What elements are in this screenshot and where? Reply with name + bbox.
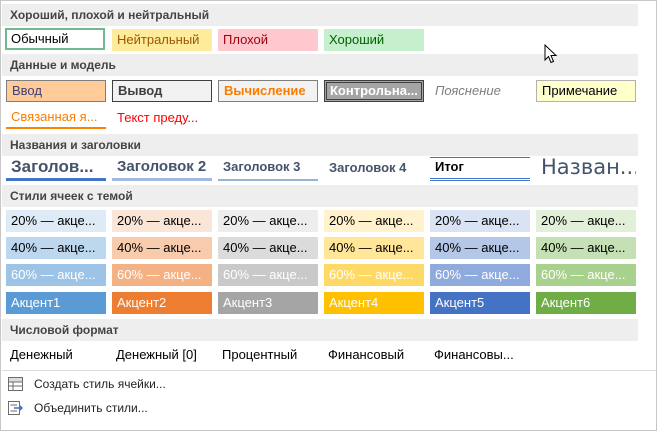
new-cell-style-menu-item[interactable]: Создать стиль ячейки...: [2, 373, 638, 395]
style-60-accent4[interactable]: 60% — акце...: [324, 264, 424, 286]
style-heading-3[interactable]: Заголовок 3: [218, 157, 318, 181]
merge-styles-label: Объединить стили...: [34, 401, 148, 415]
style-40-accent5[interactable]: 40% — акце...: [430, 237, 530, 259]
menu-separator: [2, 370, 656, 371]
style-comma[interactable]: Финансовый: [323, 344, 423, 366]
style-note[interactable]: Примечание: [536, 80, 636, 102]
style-accent3[interactable]: Акцент3: [218, 292, 318, 314]
mouse-pointer-icon: [544, 44, 558, 64]
style-40-accent6[interactable]: 40% — акце...: [536, 237, 636, 259]
style-calculation[interactable]: Вычисление: [218, 80, 318, 102]
style-input[interactable]: Ввод: [6, 80, 106, 102]
style-20-accent3[interactable]: 20% — акце...: [218, 210, 318, 232]
style-40-accent3[interactable]: 40% — акце...: [218, 237, 318, 259]
style-accent2[interactable]: Акцент2: [112, 292, 212, 314]
section-header-number-format: Числовой формат: [2, 319, 638, 341]
style-60-accent3[interactable]: 60% — акце...: [218, 264, 318, 286]
style-title[interactable]: Назван...: [536, 155, 636, 181]
style-40-accent1[interactable]: 40% — акце...: [6, 237, 106, 259]
style-accent5[interactable]: Акцент5: [430, 292, 530, 314]
style-good[interactable]: Хороший: [324, 29, 424, 51]
style-warning-text[interactable]: Текст преду...: [112, 107, 212, 129]
gallery-scroll-area: [639, 2, 656, 369]
merge-styles-menu-item[interactable]: Объединить стили...: [2, 397, 638, 419]
style-currency[interactable]: Денежный: [5, 344, 105, 366]
style-20-accent1[interactable]: 20% — акце...: [6, 210, 106, 232]
style-accent4[interactable]: Акцент4: [324, 292, 424, 314]
style-40-accent4[interactable]: 40% — акце...: [324, 237, 424, 259]
style-accent6[interactable]: Акцент6: [536, 292, 636, 314]
style-total[interactable]: Итог: [430, 157, 530, 181]
style-accent1[interactable]: Акцент1: [6, 292, 106, 314]
style-output[interactable]: Вывод: [112, 80, 212, 102]
new-cell-style-label: Создать стиль ячейки...: [34, 377, 166, 391]
style-explanatory[interactable]: Пояснение: [430, 80, 530, 102]
style-60-accent2[interactable]: 60% — акце...: [112, 264, 212, 286]
style-20-accent5[interactable]: 20% — акце...: [430, 210, 530, 232]
style-check-cell[interactable]: Контрольна...: [324, 80, 424, 102]
section-header-titles: Названия и заголовки: [2, 134, 638, 156]
style-currency-0[interactable]: Денежный [0]: [111, 344, 211, 366]
merge-styles-icon: [8, 401, 23, 415]
style-normal[interactable]: Обычный: [5, 28, 105, 50]
style-heading-4[interactable]: Заголовок 4: [324, 157, 424, 179]
section-header-good-bad: Хороший, плохой и нейтральный: [2, 4, 638, 26]
style-comma-0[interactable]: Финансовы...: [429, 344, 529, 366]
style-20-accent4[interactable]: 20% — акце...: [324, 210, 424, 232]
style-60-accent1[interactable]: 60% — акце...: [6, 264, 106, 286]
style-bad[interactable]: Плохой: [218, 29, 318, 51]
style-60-accent5[interactable]: 60% — акце...: [430, 264, 530, 286]
section-header-data-model: Данные и модель: [2, 54, 638, 76]
style-neutral[interactable]: Нейтральный: [112, 29, 212, 51]
new-cell-style-icon: [8, 377, 23, 391]
style-40-accent2[interactable]: 40% — акце...: [112, 237, 212, 259]
style-heading-1[interactable]: Заголов...: [6, 157, 106, 181]
section-header-themed: Стили ячеек с темой: [2, 185, 638, 207]
style-percent[interactable]: Процентный: [217, 344, 317, 366]
cell-styles-gallery: Хороший, плохой и нейтральный Обычный Не…: [0, 0, 657, 431]
style-linked-cell[interactable]: Связанная я...: [6, 107, 106, 129]
style-20-accent2[interactable]: 20% — акце...: [112, 210, 212, 232]
style-heading-2[interactable]: Заголовок 2: [112, 157, 212, 181]
style-60-accent6[interactable]: 60% — акце...: [536, 264, 636, 286]
style-20-accent6[interactable]: 20% — акце...: [536, 210, 636, 232]
